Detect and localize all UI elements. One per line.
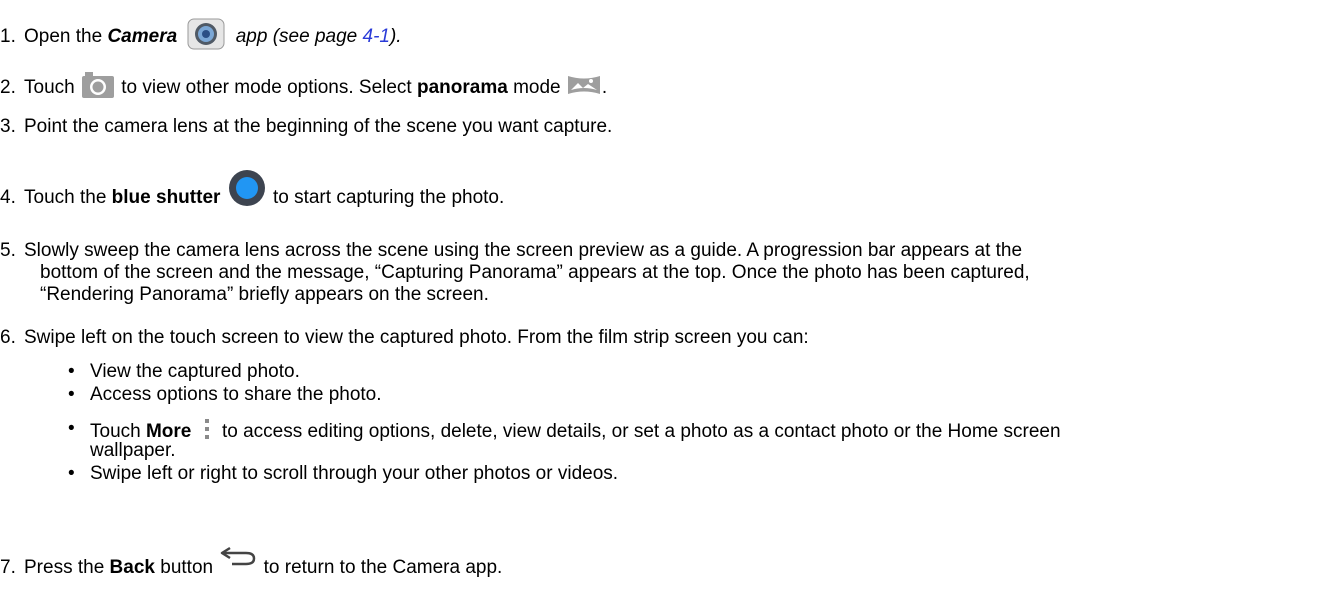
step-text: Slowly sweep the camera lens across the …	[24, 240, 1023, 261]
page-link[interactable]: 4-1	[363, 26, 390, 47]
step-5: 5. Slowly sweep the camera lens across th…	[0, 240, 1022, 262]
bullet-item-2: Access options to share the photo.	[90, 384, 382, 405]
step-number: 5.	[0, 240, 16, 261]
step-number: 4.	[0, 187, 16, 209]
bullet-3-post: to access editing options, delete, view …	[216, 421, 1061, 443]
camera-mode-icon	[80, 70, 116, 106]
step-text-end: to return to the Camera app.	[258, 557, 503, 578]
step-number: 1.	[0, 26, 16, 48]
camera-app-icon	[186, 17, 226, 57]
step-number: 6.	[0, 327, 16, 348]
step-text-post: to start capturing the photo.	[267, 187, 505, 209]
bullet-dot: •	[68, 463, 75, 484]
blue-shutter-label: blue shutter	[111, 187, 221, 209]
step-text-mid: to view other mode options. Select	[115, 77, 417, 99]
back-arrow-icon	[218, 545, 258, 573]
step-5-line-2: bottom of the screen and the message, “C…	[40, 262, 1030, 283]
step-text-italic: app (see page	[230, 26, 363, 48]
step-text-end: .	[601, 77, 608, 99]
step-5-line-3: “Rendering Panorama” briefly appears on …	[40, 284, 489, 305]
step-1: 1. Open the Camera app (see page 4-1).	[0, 17, 402, 57]
step-text-post: button	[154, 557, 219, 578]
step-text-post: mode	[507, 77, 566, 99]
step-6: 6. Swipe left on the touch screen to view…	[0, 327, 809, 349]
blue-shutter-icon	[228, 169, 266, 213]
step-4: 4. Touch the blue shutter to start captur…	[0, 170, 505, 213]
bullet-3-pre: Touch	[90, 421, 146, 443]
bullet-dot: •	[68, 418, 75, 439]
more-label: More	[145, 421, 192, 443]
step-text: Touch	[24, 77, 80, 99]
bullet-item-3: Touch More to access editing options, de…	[90, 418, 1061, 446]
bullet-item-3-continued: wallpaper.	[90, 440, 176, 461]
step-number: 2.	[0, 77, 16, 99]
step-text: Swipe left on the touch screen to view t…	[24, 327, 809, 348]
step-number: 3.	[0, 116, 16, 137]
step-text: Open the	[24, 26, 108, 48]
step-7: 7. Press the Back button to return to the…	[0, 546, 503, 579]
more-vertical-icon	[203, 418, 211, 446]
back-label: Back	[109, 557, 155, 578]
step-number: 7.	[0, 557, 16, 578]
bullet-item-1: View the captured photo.	[90, 361, 300, 382]
bullet-dot: •	[68, 384, 75, 405]
bullet-dot: •	[68, 361, 75, 382]
camera-app-name: Camera	[107, 26, 178, 48]
bullet-item-4: Swipe left or right to scroll through yo…	[90, 463, 619, 484]
step-text-close: ).	[389, 26, 402, 48]
panorama-label: panorama	[416, 77, 508, 99]
step-text: Press the	[24, 557, 110, 578]
step-text: Touch the	[24, 187, 112, 209]
panorama-mode-icon	[566, 72, 602, 104]
step-3: 3. Point the camera lens at the beginning…	[0, 116, 612, 138]
step-2: 2. Touch to view other mode options. Sele…	[0, 70, 607, 106]
step-text: Point the camera lens at the beginning o…	[24, 116, 613, 137]
